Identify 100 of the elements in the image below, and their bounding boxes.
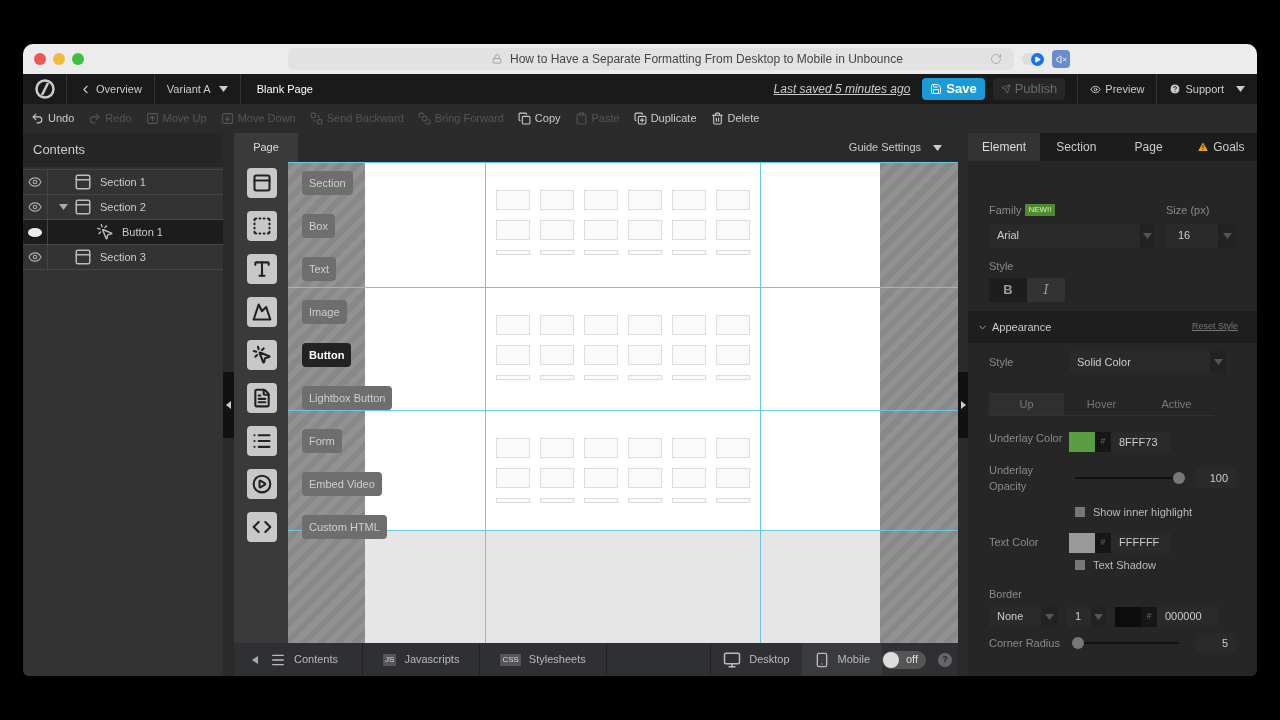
tool-tile[interactable] bbox=[247, 512, 277, 542]
value-field[interactable]: 100 bbox=[1196, 467, 1236, 489]
checkbox[interactable] bbox=[1075, 507, 1085, 518]
checkbox-label: Text Shadow bbox=[1093, 557, 1156, 573]
slider-thumb[interactable] bbox=[1173, 472, 1185, 484]
caret-left-icon[interactable] bbox=[252, 655, 258, 664]
font-size-select[interactable]: 16 bbox=[1166, 223, 1236, 248]
font-family-select[interactable]: Arial bbox=[989, 223, 1154, 248]
tool-tile[interactable] bbox=[247, 426, 277, 456]
bold-button[interactable]: B bbox=[989, 278, 1027, 302]
panel-tab[interactable]: Goals bbox=[1184, 133, 1257, 161]
toggle-switch[interactable] bbox=[1022, 53, 1044, 65]
eye-icon[interactable] bbox=[28, 227, 42, 237]
checkbox-label: Show inner highlight bbox=[1093, 505, 1193, 520]
field-label: Text Color bbox=[989, 535, 1040, 551]
field-label: Style bbox=[989, 354, 1015, 370]
section-icon bbox=[74, 173, 92, 191]
tool-tile[interactable] bbox=[247, 469, 277, 499]
hash-label: # bbox=[1095, 532, 1111, 553]
slider-thumb[interactable] bbox=[1072, 636, 1085, 649]
undo-icon bbox=[31, 112, 44, 125]
collapse-handle[interactable] bbox=[223, 371, 234, 438]
tool-tile[interactable] bbox=[247, 211, 277, 241]
color-swatch[interactable] bbox=[1069, 432, 1095, 452]
field-label: Border bbox=[989, 587, 1024, 602]
send-icon bbox=[1000, 84, 1011, 94]
toolbar-button[interactable]: Undo bbox=[31, 110, 75, 127]
logo-icon[interactable] bbox=[34, 79, 55, 99]
help-icon bbox=[1169, 83, 1182, 95]
button-element-icon bbox=[96, 223, 114, 241]
tree-item[interactable]: Section 1 bbox=[23, 170, 223, 195]
caret-right-icon bbox=[960, 400, 966, 409]
value-field[interactable]: 5 bbox=[1196, 632, 1236, 653]
tree-item[interactable]: Button 1 bbox=[23, 220, 223, 245]
panel-tab[interactable]: Section bbox=[1040, 133, 1113, 161]
toolbar-button[interactable]: Delete bbox=[710, 110, 760, 127]
tree-item[interactable]: Section 3 bbox=[23, 245, 223, 270]
copy-plus-icon bbox=[633, 112, 647, 125]
hex-field[interactable]: 000000 bbox=[1157, 606, 1217, 627]
toolbar-button[interactable]: Copy bbox=[517, 110, 561, 127]
address-bar[interactable]: How to Have a Separate Formatting From Desktop to Mobile in Unbounce bbox=[288, 48, 1014, 70]
tree-item-label: Section 3 bbox=[100, 249, 146, 265]
tool-tile[interactable] bbox=[247, 297, 277, 327]
stylesheets-tab[interactable]: CSS Stylesheets bbox=[480, 643, 607, 676]
warning-icon bbox=[1197, 141, 1210, 153]
tool-label[interactable]: Button bbox=[302, 342, 352, 368]
play-icon bbox=[252, 474, 272, 494]
dashed-square-icon bbox=[252, 216, 272, 236]
checkbox[interactable] bbox=[1075, 559, 1085, 570]
trash-icon bbox=[710, 112, 724, 125]
border-width-select[interactable]: 1 bbox=[1067, 606, 1105, 627]
caret-icon bbox=[1142, 232, 1152, 239]
caret-left-icon bbox=[226, 400, 231, 409]
hex-field[interactable]: 8FFF73 bbox=[1111, 432, 1171, 452]
tool-tile[interactable] bbox=[247, 168, 277, 198]
javascripts-tab[interactable]: JS Javascripts bbox=[363, 643, 481, 676]
color-swatch[interactable] bbox=[1069, 532, 1095, 553]
page-tab[interactable]: Page bbox=[234, 133, 298, 162]
mobile-toggle[interactable]: off bbox=[882, 650, 926, 669]
toolbar-button[interactable]: Duplicate bbox=[633, 110, 697, 127]
caret-icon bbox=[218, 86, 228, 92]
border-style-select[interactable]: None bbox=[989, 606, 1057, 627]
last-saved-link[interactable]: Last saved 5 minutes ago bbox=[773, 80, 911, 98]
tree-item-label: Section 2 bbox=[100, 199, 146, 215]
arrow-down-icon bbox=[220, 112, 234, 125]
monitor-icon bbox=[723, 650, 742, 669]
js-badge: JS bbox=[383, 653, 397, 666]
tool-tile[interactable] bbox=[247, 340, 277, 370]
panel-tab[interactable]: Element bbox=[968, 133, 1041, 161]
field-label: Size (px) bbox=[1166, 203, 1211, 218]
desktop-tab[interactable]: Desktop bbox=[710, 643, 802, 676]
redo-icon bbox=[88, 112, 102, 125]
document-icon bbox=[252, 388, 272, 408]
hash-label: # bbox=[1095, 432, 1111, 452]
collapse-handle[interactable] bbox=[958, 371, 968, 438]
guide-settings-dropdown[interactable]: Guide Settings bbox=[848, 133, 942, 162]
tool-tile[interactable] bbox=[247, 254, 277, 284]
caret-icon bbox=[1093, 613, 1103, 620]
reset-style-link[interactable]: Reset Style bbox=[1191, 320, 1238, 334]
save-icon bbox=[930, 83, 943, 95]
tree-item-label: Section 1 bbox=[100, 174, 146, 190]
color-swatch[interactable] bbox=[1115, 606, 1141, 627]
letter-t-icon bbox=[252, 259, 272, 279]
italic-button[interactable]: I bbox=[1027, 278, 1065, 302]
style-select[interactable]: Solid Color bbox=[1069, 351, 1226, 373]
lock-icon bbox=[492, 54, 502, 64]
clipboard-icon bbox=[574, 112, 588, 125]
pointer-click-icon bbox=[252, 345, 272, 365]
contents-tab[interactable]: Contents bbox=[270, 643, 364, 676]
eye-icon bbox=[1090, 83, 1102, 95]
css-badge: CSS bbox=[500, 653, 521, 666]
panel-tab[interactable]: Page bbox=[1112, 133, 1185, 161]
section-icon bbox=[74, 248, 92, 266]
caret-icon bbox=[933, 144, 942, 151]
tool-tile[interactable] bbox=[247, 383, 277, 413]
hex-field[interactable]: FFFFFF bbox=[1111, 532, 1171, 553]
mobile-tab[interactable]: Mobile bbox=[801, 643, 882, 676]
close-button[interactable] bbox=[34, 53, 46, 65]
panel-icon bbox=[252, 173, 272, 193]
caret-icon bbox=[1044, 613, 1054, 620]
